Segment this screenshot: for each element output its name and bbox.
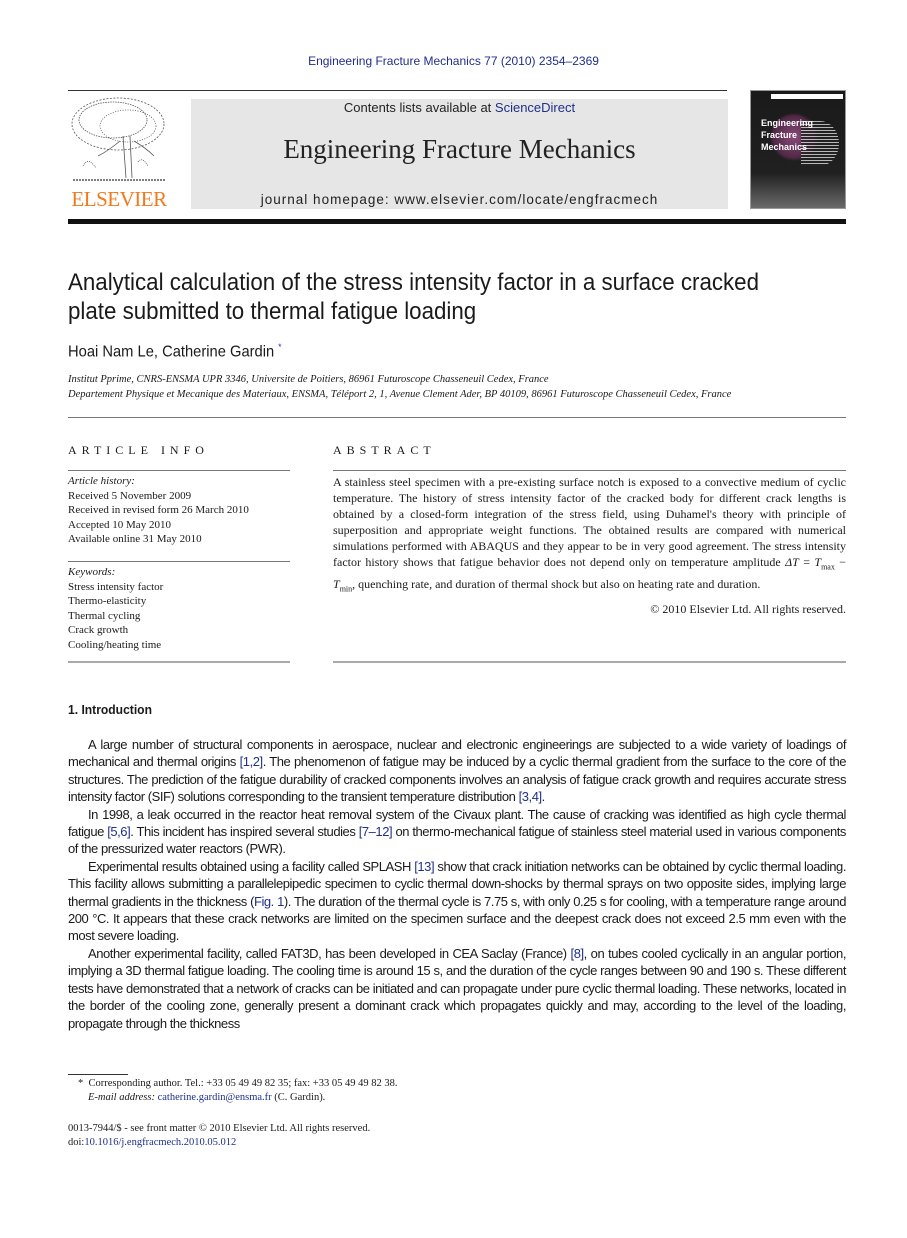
divider: [68, 661, 290, 663]
journal-title: Engineering Fracture Mechanics: [283, 134, 636, 164]
keyword: Crack growth: [68, 624, 129, 636]
citation-link[interactable]: [1,2]: [240, 754, 263, 769]
paragraph: Experimental results obtained using a fa…: [68, 858, 846, 945]
citation-link[interactable]: [3,4]: [519, 789, 542, 804]
formula-sub-max: max: [821, 562, 835, 572]
elsevier-logo: ELSEVIER: [68, 96, 170, 212]
authors-text: Hoai Nam Le, Catherine Gardin: [68, 343, 275, 361]
copyright-notice: © 2010 Elsevier Ltd. All rights reserved…: [650, 602, 846, 616]
paragraph: Another experimental facility, called FA…: [68, 945, 846, 1032]
doi-line: doi:10.1016/j.engfracmech.2010.05.012: [68, 1137, 236, 1148]
header-thick-divider: [68, 219, 846, 224]
paragraph: In 1998, a leak occurred in the reactor …: [68, 806, 846, 858]
paragraph-text: Experimental results obtained using a fa…: [88, 858, 415, 874]
journal-homepage[interactable]: journal homepage: www.elsevier.com/locat…: [191, 192, 728, 207]
keywords: Keywords: Stress intensity factor Thermo…: [68, 565, 163, 652]
formula-t: T: [333, 576, 340, 591]
header-divider: [68, 90, 727, 91]
issn-line: 0013-7944/$ - see front matter © 2010 El…: [68, 1123, 371, 1134]
cover-title-line: Fracture Mechanics: [761, 130, 808, 152]
paragraph-text: .: [541, 789, 546, 805]
elsevier-wordmark: ELSEVIER: [71, 187, 167, 211]
abstract-body: A stainless steel specimen with a pre-ex…: [333, 475, 846, 570]
affiliation: Departement Physique et Mecanique des Ma…: [68, 389, 732, 400]
article-title: Analytical calculation of the stress int…: [68, 269, 760, 325]
corresponding-author-footnote: * Corresponding author. Tel.: +33 05 49 …: [78, 1078, 397, 1089]
keyword: Thermal cycling: [68, 609, 141, 622]
cover-title: Engineering Fracture Mechanics: [761, 117, 845, 153]
contents-line: Contents lists available at ScienceDirec…: [191, 100, 728, 115]
article-info-heading: ARTICLE INFO: [68, 443, 209, 457]
history-item: Available online 31 May 2010: [68, 533, 202, 545]
section-heading-introduction: 1. Introduction: [68, 702, 152, 717]
formula-sub-min: min: [339, 584, 353, 594]
journal-reference[interactable]: Engineering Fracture Mechanics 77 (2010)…: [0, 54, 907, 68]
divider: [333, 661, 846, 663]
email-label: E-mail address:: [88, 1092, 155, 1103]
abstract-heading: ABSTRACT: [333, 443, 436, 457]
figure-link[interactable]: Fig. 1: [254, 894, 284, 909]
formula-delta-t: ΔT: [785, 555, 799, 570]
doi-prefix: doi:: [68, 1137, 85, 1148]
abstract-body-end: , quenching rate, and duration of therma…: [352, 576, 761, 591]
keyword: Cooling/heating time: [68, 638, 162, 651]
keyword: Stress intensity factor: [68, 580, 164, 593]
citation-link[interactable]: [7–12]: [359, 824, 393, 839]
footnote-text: Corresponding author. Tel.: +33 05 49 49…: [88, 1078, 398, 1089]
divider: [68, 417, 846, 418]
introduction-body: A large number of structural components …: [68, 736, 846, 1032]
citation-link[interactable]: [8]: [571, 946, 585, 961]
keywords-label: Keywords:: [68, 566, 116, 578]
divider: [333, 470, 846, 471]
cover-header-bar: [771, 94, 843, 99]
history-item: Received 5 November 2009: [68, 489, 192, 502]
email-suffix: (C. Gardin).: [271, 1092, 326, 1103]
keyword: Thermo-elasticity: [68, 595, 147, 607]
affiliation: Institut Pprime, CNRS-ENSMA UPR 3346, Un…: [68, 374, 549, 385]
footnote-divider: [68, 1074, 128, 1075]
divider: [68, 470, 290, 471]
article-history: Article history: Received 5 November 200…: [68, 474, 249, 547]
abstract-text: A stainless steel specimen with a pre-ex…: [333, 474, 846, 597]
divider: [68, 561, 290, 562]
paragraph-text: Another experimental facility, called FA…: [88, 945, 571, 961]
paragraph-text: . This incident has inspired several stu…: [130, 824, 359, 840]
history-label: Article history:: [68, 475, 135, 487]
history-item: Accepted 10 May 2010: [68, 518, 171, 531]
citation-link[interactable]: [5,6]: [107, 824, 130, 839]
citation-link[interactable]: [13]: [414, 859, 434, 874]
history-item: Received in revised form 26 March 2010: [68, 504, 249, 516]
email-link[interactable]: catherine.gardin@ensma.fr: [158, 1092, 272, 1103]
author-list: Hoai Nam Le, Catherine Gardin *: [68, 342, 282, 361]
formula-equals: =: [798, 555, 815, 570]
email-footnote: E-mail address: catherine.gardin@ensma.f…: [88, 1092, 325, 1103]
paragraph: A large number of structural components …: [68, 736, 846, 806]
tree-icon: [71, 97, 165, 181]
sciencedirect-link[interactable]: ScienceDirect: [495, 100, 575, 115]
formula-minus: −: [834, 555, 846, 570]
journal-cover-thumbnail: Engineering Fracture Mechanics: [750, 90, 846, 209]
cover-title-line: Engineering: [761, 118, 814, 128]
doi-link[interactable]: 10.1016/j.engfracmech.2010.05.012: [84, 1137, 236, 1148]
corresponding-author-mark[interactable]: *: [278, 342, 281, 352]
contents-prefix: Contents lists available at: [343, 100, 495, 115]
footnote-mark: *: [78, 1078, 84, 1089]
